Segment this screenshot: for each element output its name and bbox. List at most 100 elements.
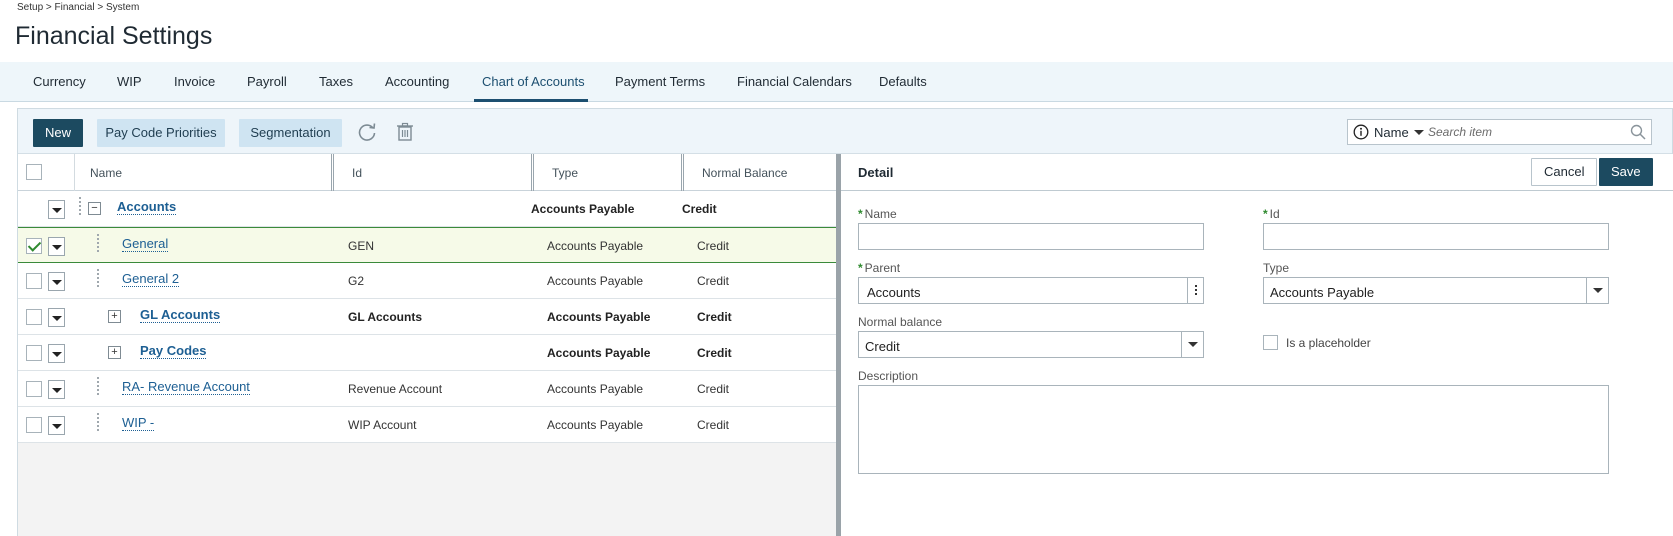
row-checkbox[interactable] xyxy=(26,381,42,397)
column-header-type[interactable]: Type xyxy=(552,166,578,180)
table-row[interactable]: WIP - WIP Account Accounts Payable Credi… xyxy=(18,407,836,443)
column-resize-handle[interactable] xyxy=(681,154,684,191)
save-button[interactable]: Save xyxy=(1599,158,1653,186)
tab-wip[interactable]: WIP xyxy=(117,74,142,89)
row-menu-button[interactable] xyxy=(48,344,65,363)
column-divider xyxy=(74,154,75,191)
drag-handle-icon[interactable] xyxy=(79,197,84,219)
tab-currency[interactable]: Currency xyxy=(33,74,86,89)
row-menu-button[interactable] xyxy=(48,237,65,256)
tab-invoice[interactable]: Invoice xyxy=(174,74,215,89)
detail-panel: Detail Cancel Save * Name * Id * Parent Acc… xyxy=(841,154,1673,536)
row-menu-button[interactable] xyxy=(48,308,65,327)
name-field[interactable] xyxy=(858,223,1204,250)
normal-balance-select[interactable]: Credit xyxy=(858,331,1204,358)
account-normal-balance: Credit xyxy=(697,418,730,432)
trash-icon[interactable] xyxy=(394,121,416,143)
drag-handle-icon[interactable] xyxy=(97,377,102,399)
account-name-link[interactable]: WIP - xyxy=(122,415,155,431)
account-type: Accounts Payable xyxy=(547,346,651,360)
table-row[interactable]: General 2 G2 Accounts Payable Credit xyxy=(18,263,836,299)
expand-icon[interactable]: + xyxy=(108,310,121,323)
tab-payroll[interactable]: Payroll xyxy=(247,74,287,89)
account-name-link[interactable]: General 2 xyxy=(122,271,180,287)
account-name-link[interactable]: Pay Codes xyxy=(140,343,207,359)
info-icon[interactable] xyxy=(1353,124,1369,140)
is-placeholder-label: Is a placeholder xyxy=(1286,336,1371,350)
tab-payment-terms[interactable]: Payment Terms xyxy=(615,74,705,89)
accounts-grid: Name Id Type Normal Balance − Accounts A… xyxy=(18,154,836,536)
row-menu-button[interactable] xyxy=(48,272,65,291)
column-resize-handle[interactable] xyxy=(331,154,334,191)
row-checkbox[interactable] xyxy=(26,273,42,289)
account-normal-balance: Credit xyxy=(697,239,730,253)
table-row[interactable]: − Accounts Accounts Payable Credit xyxy=(18,191,836,227)
parent-label: * Parent xyxy=(858,261,901,275)
collapse-icon[interactable]: − xyxy=(88,202,101,215)
chart-of-accounts-panel: New Pay Code Priorities Segmentation Nam… xyxy=(17,108,1673,536)
search-field-selector[interactable]: Name xyxy=(1374,125,1409,140)
chevron-down-icon[interactable] xyxy=(1586,278,1608,303)
type-label: Type xyxy=(1263,261,1290,275)
tab-bar: Currency WIP Invoice Payroll Taxes Accou… xyxy=(0,62,1673,102)
account-type: Accounts Payable xyxy=(547,310,651,324)
account-name-link[interactable]: Accounts xyxy=(117,199,177,215)
account-id: G2 xyxy=(348,274,365,288)
tab-financial-calendars[interactable]: Financial Calendars xyxy=(737,74,852,89)
column-header-normal-balance[interactable]: Normal Balance xyxy=(702,166,787,180)
tab-taxes[interactable]: Taxes xyxy=(319,74,353,89)
account-id: GL Accounts xyxy=(348,310,423,324)
type-select[interactable]: Accounts Payable xyxy=(1263,277,1609,304)
row-checkbox[interactable] xyxy=(26,238,42,254)
is-placeholder-checkbox[interactable] xyxy=(1263,335,1278,350)
drag-handle-icon[interactable] xyxy=(97,234,102,256)
select-all-checkbox[interactable] xyxy=(26,164,42,180)
cancel-button[interactable]: Cancel xyxy=(1531,158,1598,186)
id-label: * Id xyxy=(1263,207,1280,221)
search-icon[interactable] xyxy=(1629,123,1647,141)
chevron-down-icon[interactable] xyxy=(1181,332,1203,357)
row-checkbox[interactable] xyxy=(26,345,42,361)
account-name-link[interactable]: RA- Revenue Account xyxy=(122,379,250,395)
tab-chart-of-accounts[interactable]: Chart of Accounts xyxy=(482,74,585,89)
segmentation-button[interactable]: Segmentation xyxy=(239,119,342,147)
parent-field[interactable]: Accounts xyxy=(858,277,1204,304)
id-field[interactable] xyxy=(1263,223,1609,250)
account-normal-balance: Credit xyxy=(697,346,732,360)
normal-balance-label: Normal balance xyxy=(858,315,943,329)
description-textarea[interactable] xyxy=(858,385,1609,474)
active-tab-indicator xyxy=(474,99,588,102)
search-input[interactable] xyxy=(1428,123,1618,141)
account-type: Accounts Payable xyxy=(547,382,644,396)
tab-defaults[interactable]: Defaults xyxy=(879,74,927,89)
more-options-icon[interactable] xyxy=(1187,278,1203,303)
row-checkbox[interactable] xyxy=(26,417,42,433)
column-header-id[interactable]: Id xyxy=(352,166,362,180)
drag-handle-icon[interactable] xyxy=(97,269,102,291)
account-normal-balance: Credit xyxy=(697,310,732,324)
row-menu-button[interactable] xyxy=(48,380,65,399)
detail-header: Detail Cancel Save xyxy=(841,154,1673,191)
pay-code-priorities-button[interactable]: Pay Code Priorities xyxy=(97,119,225,147)
account-type: Accounts Payable xyxy=(531,202,635,216)
row-checkbox[interactable] xyxy=(26,309,42,325)
row-menu-button[interactable] xyxy=(48,416,65,435)
refresh-icon[interactable] xyxy=(356,121,378,143)
new-button[interactable]: New xyxy=(33,119,84,147)
search-box: Name xyxy=(1347,119,1652,145)
account-name-link[interactable]: General xyxy=(122,236,169,252)
account-normal-balance: Credit xyxy=(697,382,730,396)
table-row[interactable]: General GEN Accounts Payable Credit xyxy=(18,227,836,263)
expand-icon[interactable]: + xyxy=(108,346,121,359)
column-header-name[interactable]: Name xyxy=(90,166,122,180)
table-row[interactable]: + Pay Codes Accounts Payable Credit xyxy=(18,335,836,371)
tab-accounting[interactable]: Accounting xyxy=(385,74,449,89)
table-row[interactable]: RA- Revenue Account Revenue Account Acco… xyxy=(18,371,836,407)
table-row[interactable]: + GL Accounts GL Accounts Accounts Payab… xyxy=(18,299,836,335)
parent-value: Accounts xyxy=(867,285,921,300)
chevron-down-icon[interactable] xyxy=(1414,130,1424,135)
row-menu-button[interactable] xyxy=(48,200,65,219)
column-resize-handle[interactable] xyxy=(531,154,534,191)
account-name-link[interactable]: GL Accounts xyxy=(140,307,221,323)
drag-handle-icon[interactable] xyxy=(97,413,102,435)
